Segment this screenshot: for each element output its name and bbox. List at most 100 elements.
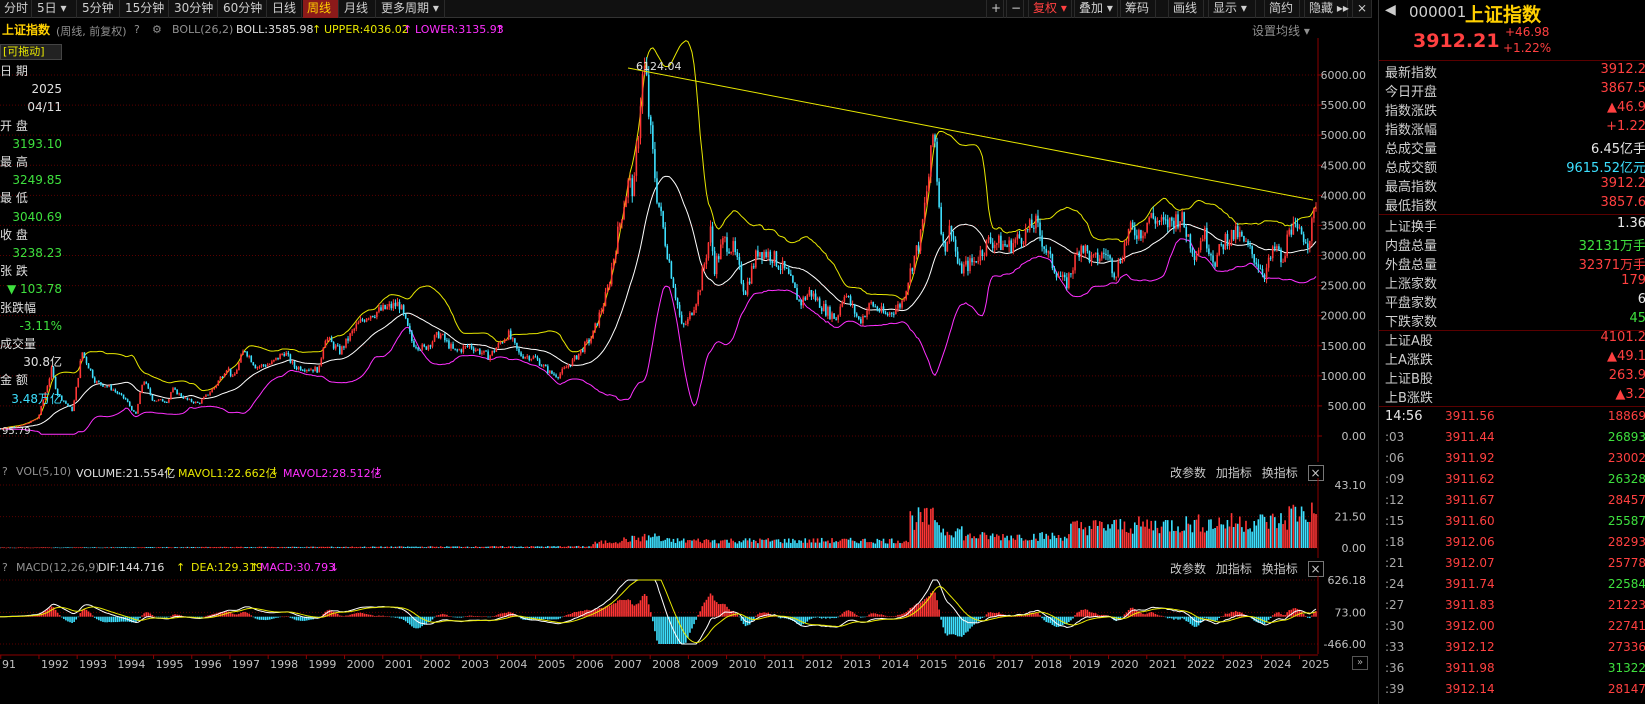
candle-body (178, 393, 180, 395)
year-label: 1997 (232, 658, 260, 671)
candle-body (1238, 232, 1241, 238)
macd-bar (563, 615, 566, 617)
gear-icon[interactable]: ⚙ (152, 23, 162, 36)
macd-bar (1216, 616, 1218, 621)
macd-bar (625, 600, 627, 617)
toolbar-button[interactable]: − (1006, 0, 1024, 18)
volume-bar (104, 547, 106, 548)
tick-time: :09 (1385, 472, 1405, 486)
scroll-right-icon[interactable]: » (1352, 656, 1368, 670)
period-button[interactable]: 月线 (340, 0, 376, 18)
candle-body (219, 376, 222, 381)
toolbar-button[interactable]: + (986, 0, 1004, 18)
candle-body (703, 264, 706, 269)
macd-bar (540, 616, 543, 620)
period-button[interactable]: 60分钟 (219, 0, 267, 18)
help-icon[interactable]: ? (134, 23, 140, 36)
candle-body (320, 358, 323, 366)
period-button[interactable]: 分时 (0, 0, 32, 18)
volume-bar (1154, 520, 1157, 548)
period-button[interactable]: 周线 (303, 0, 339, 18)
macd-bar (841, 613, 844, 617)
macd-bar (1224, 613, 1227, 617)
candle-body (1148, 217, 1150, 223)
volume-bar (128, 547, 131, 548)
year-label: 1992 (41, 658, 69, 671)
period-button[interactable]: 15分钟 (121, 0, 169, 18)
period-button[interactable]: 更多周期 ▾ (377, 0, 445, 18)
boll-indicator-name[interactable]: BOLL(26,2) (172, 23, 233, 36)
ma-settings-button[interactable]: 设置均线 ▾ (1252, 22, 1310, 39)
macd-bar (439, 614, 442, 617)
candle-body (1247, 240, 1249, 245)
candle-body (1000, 235, 1002, 250)
change-params-button[interactable]: 改参数 (1170, 562, 1206, 576)
candle-body (536, 357, 539, 360)
volume-bar (194, 547, 197, 548)
switch-indicator-button[interactable]: 换指标 (1262, 562, 1298, 576)
trend-line[interactable] (627, 67, 1314, 201)
add-indicator-button[interactable]: 加指标 (1216, 562, 1252, 576)
candle-body (625, 197, 627, 208)
candle-body (336, 345, 339, 347)
toolbar-button[interactable]: 叠加 ▾ (1074, 0, 1118, 18)
volume-bar (398, 546, 401, 548)
period-button[interactable]: 30分钟 (170, 0, 218, 18)
candle-body (637, 138, 640, 149)
volume-bar (1261, 514, 1264, 548)
candle-body (857, 316, 860, 320)
candle-body (1004, 244, 1006, 246)
volume-bar (983, 532, 986, 548)
volume-bar (711, 540, 714, 548)
toolbar-button[interactable]: 画线 (1168, 0, 1204, 18)
macd-chart[interactable]: 626.1873.00-466.00 (0, 576, 1372, 654)
period-button[interactable]: 5日 ▾ (33, 0, 77, 18)
volume-bar (528, 546, 531, 548)
price-chart[interactable]: 6000.005500.005000.004500.004000.003500.… (0, 38, 1372, 462)
macd-bar (374, 615, 376, 617)
volume-bar (1098, 521, 1101, 548)
toolbar-button[interactable]: 筹码 (1120, 0, 1156, 18)
macd-bar (1271, 615, 1274, 617)
volume-chart[interactable]: 43.1021.500.00 (0, 478, 1372, 558)
bar-info-panel[interactable]: [可拖动] 日 期 2025 04/11 开 盘 3193.10 最 高 324… (0, 44, 62, 408)
candle-body (839, 306, 842, 316)
volume-bar (880, 540, 883, 548)
candle-body (1158, 220, 1161, 222)
candle-body (32, 420, 34, 422)
period-button[interactable]: 日线 (268, 0, 302, 18)
help-icon[interactable]: ? (2, 561, 8, 574)
close-chart-button[interactable]: ⨯ (1352, 0, 1373, 18)
drag-badge[interactable]: [可拖动] (0, 44, 62, 60)
macd-bar (1086, 609, 1089, 617)
macd-axis: 626.1873.00-466.00 (1317, 576, 1366, 654)
period-button[interactable]: 5分钟 (78, 0, 120, 18)
candle-body (429, 345, 432, 347)
stat-value: 45 (1629, 311, 1645, 326)
toolbar-button[interactable]: 复权 ▾ (1028, 0, 1072, 18)
back-arrow-icon[interactable]: ◀ (1385, 2, 1396, 18)
toolbar-button[interactable]: 简约 (1264, 0, 1300, 18)
vol-indicator-name[interactable]: VOL(5,10) (16, 465, 71, 478)
macd-bar (1043, 616, 1045, 621)
toolbar-button[interactable]: 隐藏 ▸▸ (1304, 0, 1349, 18)
volume-bar (1028, 540, 1031, 548)
price-axis: 6000.005500.005000.004500.004000.003500.… (1317, 38, 1366, 462)
volume-bar (285, 546, 288, 548)
close-icon[interactable]: × (1307, 561, 1324, 577)
toolbar-button[interactable]: 显示 ▾ (1208, 0, 1256, 18)
volume-bar (110, 547, 113, 548)
macd-bar (441, 613, 444, 617)
volume-bar (479, 546, 481, 548)
help-icon[interactable]: ? (2, 465, 8, 478)
macd-bar (697, 614, 699, 617)
volume-bar (322, 546, 325, 548)
candle-body (720, 244, 722, 260)
macd-bar (1206, 616, 1208, 619)
volume-bar (752, 539, 755, 548)
macd-indicator-name[interactable]: MACD(12,26,9) (16, 561, 100, 574)
candle-body (1162, 217, 1165, 220)
volume-bar (1292, 504, 1295, 548)
volume-bar (186, 546, 189, 548)
volume-bar (71, 547, 73, 548)
